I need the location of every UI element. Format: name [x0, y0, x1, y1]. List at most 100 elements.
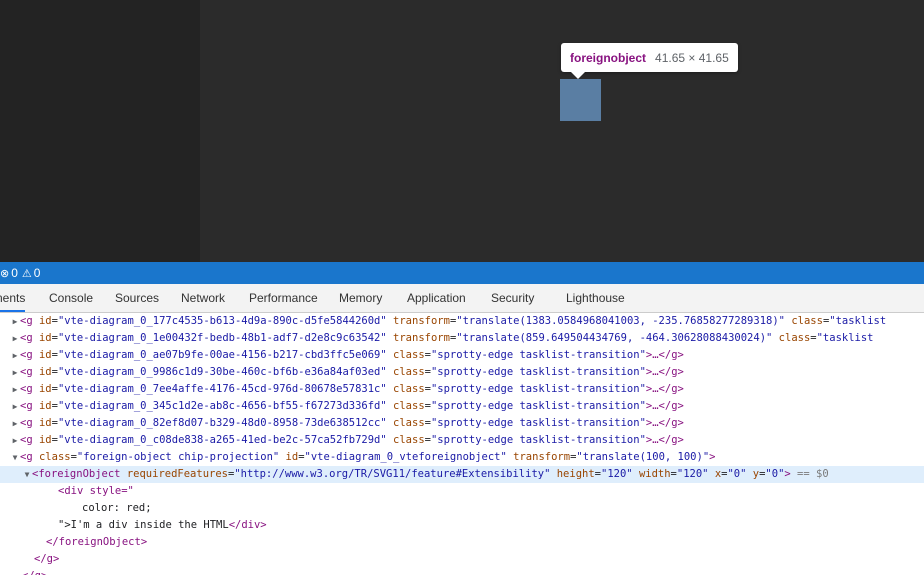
attribute-value: "translate(1383.0584968041003, -235.7685…: [456, 315, 785, 327]
dom-tree-row[interactable]: ">I'm a div inside the HTML</div>: [0, 517, 924, 534]
error-count[interactable]: ⊗ 0: [0, 266, 18, 280]
dom-tree-row[interactable]: </foreignObject>: [0, 534, 924, 551]
attribute-value: "sprotty-edge tasklist-transition": [430, 417, 646, 429]
element-tag-close: >…</g>: [645, 434, 684, 446]
attribute-name: id: [38, 315, 52, 327]
tab-security[interactable]: Security: [491, 284, 534, 312]
attribute-name: class: [393, 417, 425, 429]
element-tag-open: <g: [20, 400, 33, 412]
dom-tree-row[interactable]: ▶ <g id="vte-diagram_0_345c1d2e-ab8c-4656…: [0, 398, 924, 415]
attribute-name: class: [38, 451, 71, 463]
canvas-area: [200, 0, 924, 262]
dom-tree-row[interactable]: ▶ <g id="vte-diagram_0_9986c1d9-30be-460c…: [0, 364, 924, 381]
expand-caret-icon[interactable]: ▶: [10, 330, 20, 347]
warning-count[interactable]: ⚠ 0: [22, 266, 41, 280]
tab-lighthouse[interactable]: Lighthouse: [566, 284, 625, 312]
collapse-caret-icon[interactable]: ▼: [22, 466, 32, 483]
element-tag-close: >…</g>: [645, 349, 684, 361]
expand-caret-icon[interactable]: ▶: [10, 313, 20, 330]
attribute-value: "sprotty-edge tasklist-transition": [430, 366, 646, 378]
tab-elements[interactable]: nents: [0, 284, 26, 312]
expand-caret-icon[interactable]: ▶: [10, 381, 20, 398]
expand-caret-icon[interactable]: ▶: [10, 347, 20, 364]
text-node: ">I'm a div inside the HTML: [58, 519, 229, 531]
attribute-name: id: [38, 417, 52, 429]
element-tag-open: <foreignObject: [32, 468, 121, 480]
highlighted-element-overlay: [560, 79, 601, 121]
expand-caret-icon[interactable]: ▶: [10, 415, 20, 432]
expand-caret-icon[interactable]: ▶: [10, 398, 20, 415]
attribute-name: id: [38, 434, 52, 446]
attribute-value: "120": [601, 468, 633, 480]
style-text: color: red;: [82, 502, 152, 514]
tooltip-dimensions: 41.65 × 41.65: [655, 50, 729, 65]
attribute-value: "120": [676, 468, 709, 480]
attribute-value: "sprotty-edge tasklist-transition": [430, 400, 646, 412]
attribute-value: "sprotty-edge tasklist-transition": [430, 434, 646, 446]
attribute-name: height: [556, 468, 595, 480]
attribute-value: "sprotty-edge tasklist-transition": [430, 349, 646, 361]
element-tag-open: <g: [20, 383, 33, 395]
dom-tree-row[interactable]: <div style=": [0, 483, 924, 500]
dom-tree-row[interactable]: </g>: [0, 568, 924, 575]
dom-tree-row[interactable]: ▶ <g id="vte-diagram_0_c08de838-a265-41ed…: [0, 432, 924, 449]
element-tag-open: <g: [20, 349, 33, 361]
attribute-value: "vte-diagram_0_ae07b9fe-00ae-4156-b217-c…: [57, 349, 387, 361]
dom-tree-row[interactable]: ▶ <g id="vte-diagram_0_7ee4affe-4176-45cd…: [0, 381, 924, 398]
dom-tree-row[interactable]: ▼ <foreignObject requiredFeatures="http:/…: [0, 466, 924, 483]
attribute-name: class: [393, 434, 425, 446]
rendered-page-viewport: foreignobject 41.65 × 41.65: [0, 0, 924, 262]
attribute-name: class: [393, 366, 425, 378]
tooltip-tag-name: foreignobject: [570, 50, 647, 65]
element-tag-close: </div>: [228, 519, 267, 531]
attribute-value: "foreign-object chip-projection": [76, 451, 280, 463]
element-tag-open: <g: [20, 366, 33, 378]
dom-tree-row[interactable]: ▼ <g class="foreign-object chip-projectio…: [0, 449, 924, 466]
element-tag-line: </g>: [22, 570, 47, 575]
dom-tree-row[interactable]: ▶ <g id="vte-diagram_0_82ef8d07-b329-48d0…: [0, 415, 924, 432]
tab-console[interactable]: Console: [49, 284, 93, 312]
attribute-name: class: [393, 349, 425, 361]
attribute-name: id: [38, 366, 52, 378]
attribute-name: transform: [393, 332, 450, 344]
attribute-name: requiredFeatures: [126, 468, 228, 480]
attribute-name: id: [38, 332, 52, 344]
expand-caret-icon[interactable]: ▶: [10, 364, 20, 381]
attribute-name: class: [778, 332, 811, 344]
element-tag-line: </g>: [34, 553, 60, 565]
dom-tree-row[interactable]: ▶ <g id="vte-diagram_0_1e00432f-bedb-48b1…: [0, 330, 924, 347]
element-tag-close: >: [709, 451, 716, 463]
element-tag-line: <div style=": [58, 485, 134, 497]
attribute-value: "0": [765, 468, 785, 480]
element-tag-open: <g: [20, 332, 33, 344]
element-tag-open: <g: [20, 417, 33, 429]
tab-performance[interactable]: Performance: [249, 284, 318, 312]
attribute-name: id: [38, 349, 52, 361]
attribute-value: "http://www.w3.org/TR/SVG11/feature#Exte…: [234, 468, 551, 480]
tab-application[interactable]: Application: [407, 284, 466, 312]
tab-sources[interactable]: Sources: [115, 284, 159, 312]
attribute-value: "vte-diagram_0_1e00432f-bedb-48b1-adf7-d…: [57, 332, 387, 344]
tab-memory[interactable]: Memory: [339, 284, 382, 312]
dom-tree-row[interactable]: </g>: [0, 551, 924, 568]
dom-tree-row[interactable]: color: red;: [0, 500, 924, 517]
attribute-value: "0": [727, 468, 747, 480]
devtools-status-bar: ⊗ 0 ⚠ 0: [0, 262, 924, 284]
attribute-name: class: [393, 383, 425, 395]
tab-network[interactable]: Network: [181, 284, 225, 312]
element-tag-open: <g: [20, 434, 33, 446]
selected-node-marker: == $0: [790, 468, 829, 480]
dom-tree-row[interactable]: ▶ <g id="vte-diagram_0_ae07b9fe-00ae-4156…: [0, 347, 924, 364]
attribute-value: "vte-diagram_0_c08de838-a265-41ed-be2c-5…: [57, 434, 387, 446]
attribute-value: "tasklist: [829, 315, 887, 327]
element-tag-close: >…</g>: [645, 383, 684, 395]
warning-icon: ⚠: [21, 267, 32, 280]
attribute-value: "sprotty-edge tasklist-transition": [430, 383, 646, 395]
element-tag-line: </foreignObject>: [46, 536, 148, 548]
expand-caret-icon[interactable]: ▶: [10, 432, 20, 449]
dom-tree-row[interactable]: ▶ <g id="vte-diagram_0_177c4535-b613-4d9a…: [0, 313, 924, 330]
devtools-tab-bar: nents Console Sources Network Performanc…: [0, 284, 924, 313]
element-tag-close: >…</g>: [645, 400, 684, 412]
element-tag-open: <g: [20, 315, 33, 327]
collapse-caret-icon[interactable]: ▼: [10, 449, 20, 466]
